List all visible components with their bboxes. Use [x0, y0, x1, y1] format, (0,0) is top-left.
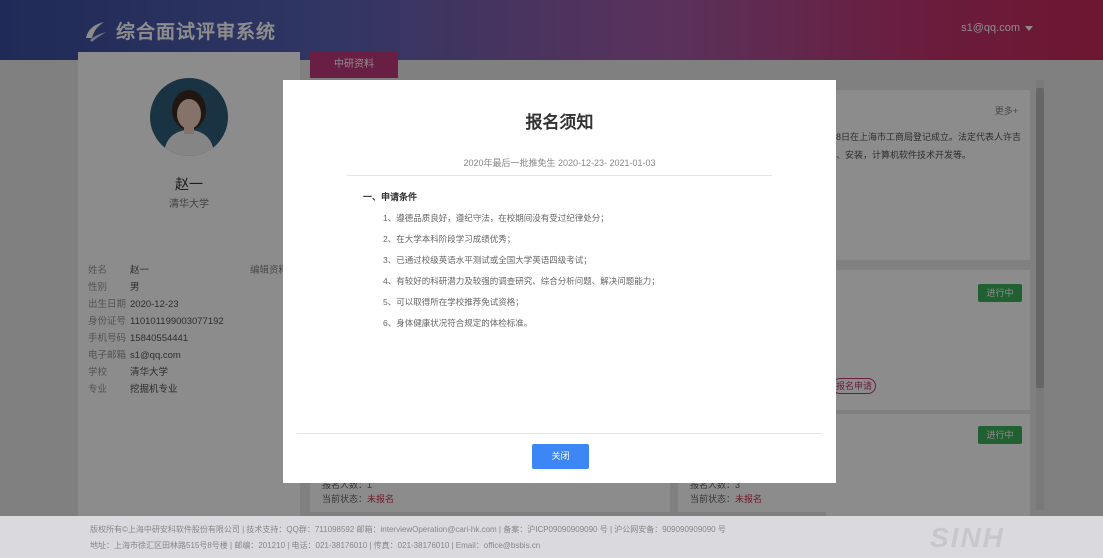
requirement-item: 4、有较好的科研潜力及较强的调查研究、综合分析问题、解决问题能力； [383, 276, 660, 286]
requirement-item: 3、已通过校级英语水平测试或全国大学英语四级考试； [383, 255, 592, 265]
requirement-item: 5、可以取得所在学校推荐免试资格； [383, 297, 524, 307]
page-footer: 版权所有©上海中研安科软件股份有限公司 | 技术支持：QQ群：711098592… [0, 516, 1103, 558]
close-button[interactable]: 关闭 [532, 444, 589, 469]
requirement-item: 2、在大学本科阶段学习成绩优秀； [383, 234, 516, 244]
footer-address: 地址：上海市徐汇区田林路515号8号楼 | 邮编：201210 | 电话：021… [90, 541, 541, 550]
requirements-heading: 一、申请条件 [363, 192, 418, 202]
footer-brand-logo: SINH [930, 522, 1005, 553]
divider [347, 175, 772, 176]
requirement-item: 6、身体健康状况符合规定的体检标准。 [383, 318, 533, 328]
divider [297, 433, 822, 434]
requirement-item: 1、遵德品质良好，遵纪守法，在校期间没有受过纪律处分； [383, 213, 609, 223]
modal-subtitle: 2020年最后一批推免生 2020-12-23- 2021-01-03 [463, 158, 656, 168]
registration-notice-modal: 报名须知 2020年最后一批推免生 2020-12-23- 2021-01-03… [283, 80, 836, 483]
modal-title: 报名须知 [525, 113, 594, 132]
footer-copyright: 版权所有©上海中研安科软件股份有限公司 | 技术支持：QQ群：711098592… [90, 525, 726, 534]
requirements-list: 1、遵德品质良好，遵纪守法，在校期间没有受过纪律处分； 2、在大学本科阶段学习成… [383, 211, 660, 337]
